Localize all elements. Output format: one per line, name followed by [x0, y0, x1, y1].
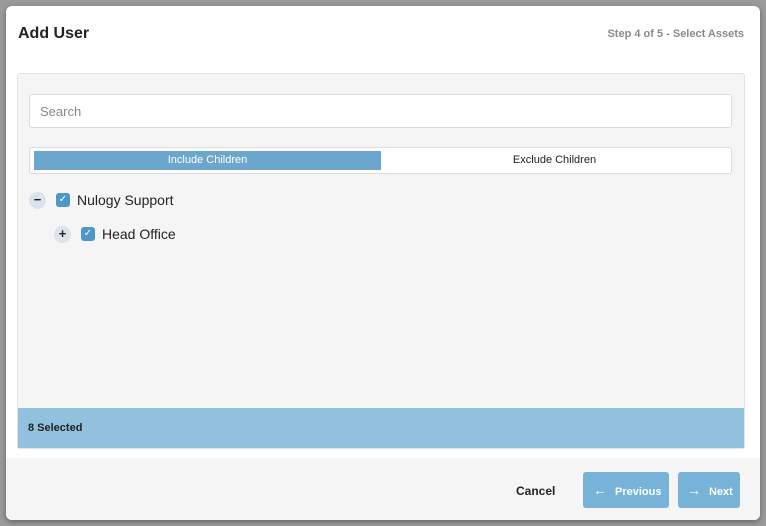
tree-node-nulogy-support: − ✓ Nulogy Support [29, 191, 329, 211]
cancel-button[interactable]: Cancel [516, 484, 555, 498]
check-icon: ✓ [83, 228, 93, 239]
add-user-dialog: Add User Step 4 of 5 - Select Assets Inc… [6, 6, 760, 520]
asset-selection-panel: Include Children Exclude Children − ✓ Nu… [17, 73, 745, 449]
arrow-left-icon: ← [593, 482, 607, 498]
tree-node-head-office: + ✓ Head Office [54, 225, 354, 245]
next-button-label: Next [709, 486, 733, 498]
tree-node-label[interactable]: Nulogy Support [77, 192, 174, 208]
children-toggle: Include Children Exclude Children [29, 147, 732, 174]
dialog-title: Add User [18, 25, 90, 42]
previous-button[interactable]: ← Previous [583, 472, 669, 508]
dialog-header: Add User Step 4 of 5 - Select Assets [6, 6, 760, 64]
expand-icon[interactable]: + [54, 226, 71, 243]
previous-button-label: Previous [615, 486, 662, 498]
arrow-right-icon: → [687, 482, 701, 498]
check-icon: ✓ [58, 194, 68, 205]
step-indicator: Step 4 of 5 - Select Assets [607, 28, 744, 40]
collapse-icon[interactable]: − [29, 192, 46, 209]
exclude-children-option[interactable]: Exclude Children [381, 151, 728, 170]
tree-node-label[interactable]: Head Office [102, 226, 176, 242]
tree-node-checkbox[interactable]: ✓ [56, 193, 70, 207]
dialog-footer: Cancel ← Previous → Next [6, 458, 760, 520]
next-button[interactable]: → Next [678, 472, 740, 508]
tree-node-checkbox[interactable]: ✓ [81, 227, 95, 241]
include-children-option[interactable]: Include Children [34, 151, 381, 170]
search-input[interactable] [29, 94, 732, 128]
selected-count-bar: 8 Selected [18, 408, 744, 448]
